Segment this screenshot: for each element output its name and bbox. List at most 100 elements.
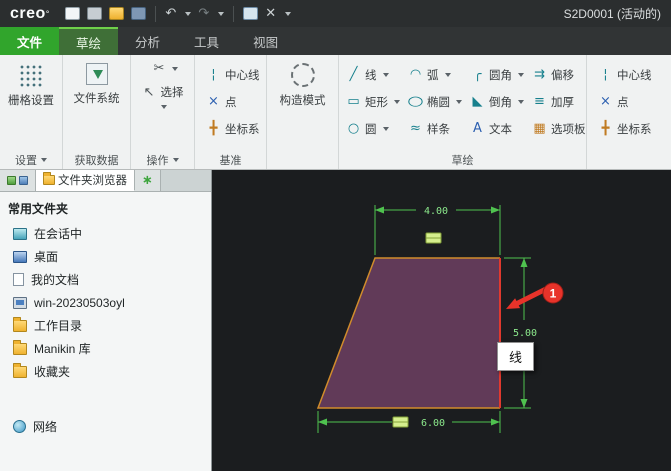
get-data-group-footer: 获取数据	[74, 155, 119, 167]
circle-button[interactable]: ○ 圆	[343, 115, 403, 142]
ribbon-group-get-data: 文件系统 获取数据	[62, 55, 130, 169]
construction-mode-label: 构造模式	[279, 95, 326, 107]
sketch-svg: 4.00 5.00 6.00 1	[316, 205, 564, 433]
open-folder-icon[interactable]	[109, 7, 125, 20]
undo-caret-icon[interactable]	[185, 11, 192, 16]
construction-mode-button[interactable]: 构造模式	[269, 57, 336, 151]
chamfer-button[interactable]: ◣ 倒角	[467, 88, 527, 115]
csys-button[interactable]: ╋ 坐标系	[203, 115, 264, 142]
ribbon-group-datum: ¦ 中心线 × 点 ╋ 坐标系 基准	[194, 55, 266, 169]
toolbar-divider	[233, 5, 235, 22]
favorites-star-icon: ∗	[142, 173, 153, 188]
datum-group-footer: 基准	[219, 155, 242, 167]
sketch-canvas[interactable]: 4.00 5.00 6.00 1 线	[212, 170, 671, 471]
ribbon-tab-bar: 文件 草绘 分析 工具 视图	[0, 27, 671, 55]
redo-caret-icon[interactable]	[218, 11, 225, 16]
file-system-label: 文件系统	[73, 93, 120, 105]
undo-icon[interactable]: ↶	[165, 7, 176, 20]
point-button[interactable]: × 点	[203, 88, 264, 115]
folder-item-working-directory[interactable]: 工作目录	[0, 314, 211, 337]
thicken-button[interactable]: ≡ 加厚	[529, 88, 589, 115]
select-button[interactable]: ↖ 选择	[142, 84, 184, 100]
folder-item-manikin-library[interactable]: Manikin 库	[0, 337, 211, 360]
sidebar-tab-favorites[interactable]: ∗	[135, 170, 161, 191]
quick-access-toolbar: ↶ ↷ ✕	[65, 5, 292, 22]
trapezoid-shape[interactable]	[318, 258, 500, 408]
construction-mode-icon	[290, 63, 315, 87]
dimension-value-top[interactable]: 4.00	[424, 206, 448, 217]
chevron-down-icon	[518, 99, 524, 104]
tab-sketch[interactable]: 草绘	[59, 27, 119, 55]
tab-view[interactable]: 视图	[236, 27, 295, 55]
dim-handle-bottom[interactable]	[392, 416, 409, 428]
creo-logo-mark: °	[45, 8, 50, 19]
working-directory-icon	[13, 316, 27, 332]
fillet-icon: ╭	[473, 67, 482, 82]
folder-item-desktop[interactable]: 桌面	[0, 245, 211, 268]
fillet-button[interactable]: ╭ 圆角	[467, 61, 527, 88]
grid-settings-icon	[18, 63, 44, 87]
ribbon-group-sketch: ╱ 线 ▭ 矩形 ○ 圆 ◠ 弧 ○ 椭圆 ≈ 样条 ╭ 圆角 ◣ 倒角 A 文…	[338, 55, 586, 169]
select-cursor-icon: ↖	[143, 84, 155, 100]
cut-icon[interactable]: ✂	[152, 61, 167, 76]
arc-icon: ◠	[409, 67, 422, 82]
dim-handle-top[interactable]	[425, 232, 442, 244]
arc-button[interactable]: ◠ 弧	[405, 61, 465, 88]
dimension-value-bottom[interactable]: 6.00	[421, 418, 445, 429]
toolbar-divider	[155, 5, 157, 22]
folder-item-favorites[interactable]: 收藏夹	[0, 360, 211, 383]
chevron-down-icon	[382, 126, 389, 131]
ribbon-group-sketch-datum: ¦ 中心线 × 点 ╋ 坐标系	[586, 55, 671, 169]
creo-window: creo ° ↶ ↷ ✕ S2D0001 (活动的) 文件 草绘 分析 工具 视…	[0, 0, 671, 471]
text-button[interactable]: A 文本	[467, 115, 527, 142]
spline-button[interactable]: ≈ 样条	[405, 115, 465, 142]
rectangle-button[interactable]: ▭ 矩形	[343, 88, 403, 115]
chevron-down-icon	[382, 72, 389, 77]
computer-icon	[13, 296, 27, 309]
print-icon[interactable]	[87, 7, 103, 20]
customize-toolbar-caret-icon[interactable]	[285, 11, 292, 16]
construction-point-button[interactable]: × 点	[595, 88, 669, 115]
coordinate-system-icon: ╋	[601, 121, 610, 136]
offset-button[interactable]: ⇉ 偏移	[529, 61, 589, 88]
ellipse-button[interactable]: ○ 椭圆	[405, 88, 465, 115]
sidebar-tab-model-tree[interactable]	[0, 170, 36, 191]
centerline-icon: ¦	[603, 67, 608, 82]
rectangle-icon: ▭	[347, 94, 360, 109]
tab-tools[interactable]: 工具	[177, 27, 236, 55]
folder-item-in-session[interactable]: 在会话中	[0, 222, 211, 245]
close-window-icon[interactable]: ✕	[265, 7, 276, 20]
tab-file[interactable]: 文件	[0, 27, 60, 55]
redo-icon[interactable]: ↷	[198, 7, 209, 20]
folder-item-network[interactable]: 网络	[0, 415, 211, 438]
settings-group-footer[interactable]: 设置	[2, 151, 60, 169]
file-system-icon	[85, 63, 108, 85]
chevron-down-icon	[456, 99, 462, 104]
documents-icon	[13, 273, 24, 286]
construction-csys-button[interactable]: ╋ 坐标系	[595, 115, 669, 142]
dimension-value-right[interactable]: 5.00	[513, 328, 537, 339]
tab-analysis[interactable]: 分析	[118, 27, 177, 55]
folder-item-computer[interactable]: win-20230503oyl	[0, 291, 211, 314]
navigator-sidebar: 文件夹浏览器 ∗ 常用文件夹 在会话中 桌面 我的文档 win-20230503…	[0, 170, 212, 471]
line-button[interactable]: ╱ 线	[343, 61, 403, 88]
select-caret-icon[interactable]	[160, 105, 167, 109]
thicken-icon: ≡	[534, 94, 545, 109]
sidebar-tab-folder-browser[interactable]: 文件夹浏览器	[36, 170, 135, 191]
new-file-icon[interactable]	[65, 7, 81, 20]
folder-item-my-documents[interactable]: 我的文档	[0, 268, 211, 291]
construction-centerline-button[interactable]: ¦ 中心线	[595, 61, 669, 88]
grid-settings-button[interactable]: 栅格设置	[2, 57, 60, 151]
layer-tree-icon	[19, 176, 28, 185]
file-system-button[interactable]: 文件系统	[65, 57, 128, 151]
chevron-down-icon	[444, 72, 451, 77]
operations-group-footer[interactable]: 操作	[133, 151, 192, 169]
common-folders-header: 常用文件夹	[8, 202, 69, 216]
chevron-down-icon[interactable]	[171, 66, 178, 71]
palette-button[interactable]: ▦ 选项板	[529, 115, 589, 142]
dimension-right: 5.00	[504, 257, 537, 409]
centerline-button[interactable]: ¦ 中心线	[203, 61, 264, 88]
chamfer-icon: ◣	[472, 94, 483, 109]
regenerate-icon[interactable]	[243, 7, 259, 20]
save-icon[interactable]	[131, 7, 147, 20]
